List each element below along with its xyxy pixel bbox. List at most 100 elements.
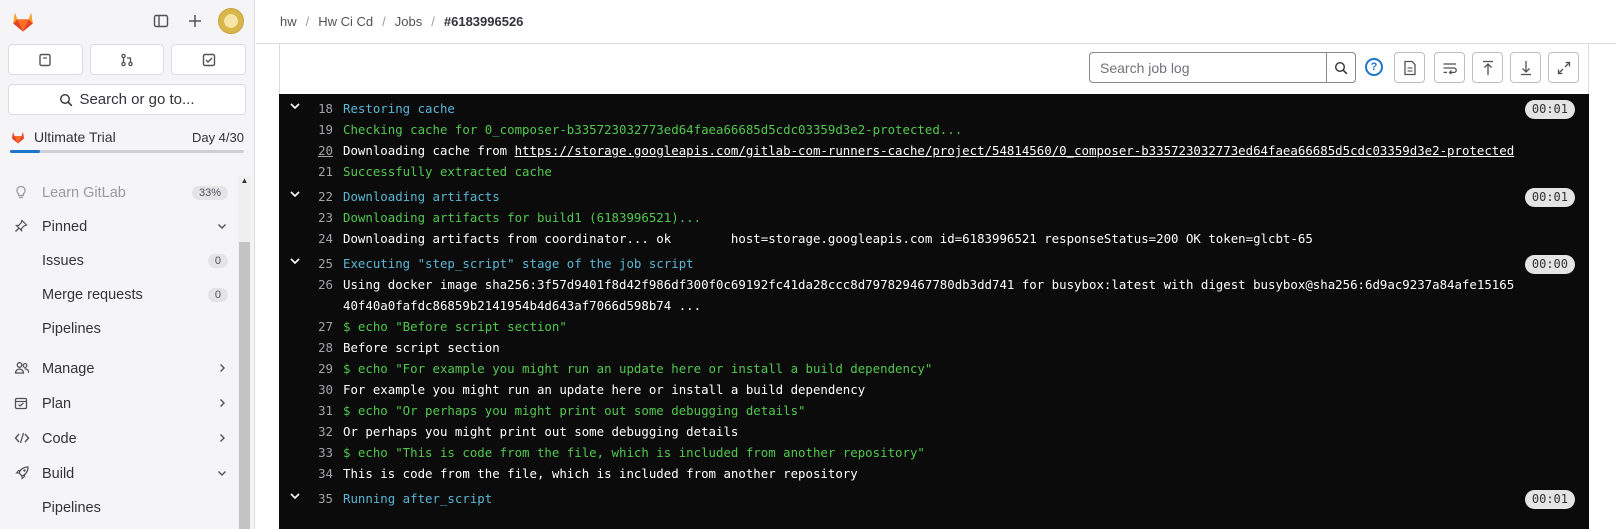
log-line-number[interactable]: 21 xyxy=(279,161,343,182)
breadcrumb: hw / Hw Ci Cd / Jobs / #6183996526 xyxy=(256,0,1616,44)
chevron-down-icon[interactable] xyxy=(289,186,301,207)
sidebar-item-pipelines[interactable]: Pipelines xyxy=(0,312,238,346)
trial-widget[interactable]: Ultimate Trial Day 4/30 xyxy=(0,115,254,153)
sidebar-item-label: Pipelines xyxy=(42,321,101,337)
help-icon[interactable]: ? xyxy=(1365,58,1383,76)
chevron-down-icon[interactable] xyxy=(289,488,301,509)
thumbtack-icon xyxy=(14,218,34,236)
scroll-up-arrow-icon[interactable]: ▲ xyxy=(238,176,251,188)
breadcrumb-current[interactable]: #6183996526 xyxy=(444,14,524,29)
fullscreen-button[interactable] xyxy=(1548,52,1579,83)
log-line-number[interactable]: 28 xyxy=(279,337,343,358)
log-line: 23 Downloading artifacts for build1 (6183… xyxy=(279,207,1589,228)
log-text: $ echo "Or perhaps you might print out s… xyxy=(343,403,806,418)
todos-tab-button[interactable] xyxy=(171,44,247,75)
show-raw-button[interactable] xyxy=(1394,52,1425,83)
log-section-header[interactable]: 25 Executing "step_script" stage of the j… xyxy=(279,253,1589,274)
log-section-header[interactable]: 35 Running after_script 00:01 xyxy=(279,488,1589,509)
trial-day: Day 4/30 xyxy=(191,129,244,145)
sidebar-top xyxy=(0,0,254,42)
sidebar-item-label: Pinned xyxy=(42,219,88,235)
log-line-text: Downloading artifacts xyxy=(343,186,500,207)
search-icon xyxy=(1334,61,1348,74)
sidebar-item-pinned[interactable]: Pinned xyxy=(0,210,238,244)
plus-icon[interactable] xyxy=(178,6,212,36)
breadcrumb-item[interactable]: hw xyxy=(280,14,297,29)
log-line: 26 Using docker image sha256:3f57d9401f8d… xyxy=(279,274,1589,316)
log-line-text: Restoring cache xyxy=(343,98,455,119)
log-line-number[interactable]: 23 xyxy=(279,207,343,228)
log-line: 31 $ echo "Or perhaps you might print out… xyxy=(279,400,1589,421)
log-line-text: $ echo "For example you might run an upd… xyxy=(343,358,932,379)
maximize-icon xyxy=(1557,61,1570,74)
log-text: Checking cache for 0_composer-b335723032… xyxy=(343,122,963,137)
log-section-header[interactable]: 18 Restoring cache 00:01 xyxy=(279,98,1589,119)
job-log[interactable]: 18 Restoring cache 00:01 19 Checking cache f… xyxy=(279,94,1589,529)
wrap-lines-button[interactable] xyxy=(1434,52,1465,83)
scrollbar-thumb[interactable] xyxy=(239,242,250,529)
log-line-number[interactable]: 30 xyxy=(279,379,343,400)
scroll-to-top-button[interactable] xyxy=(1472,52,1503,83)
log-line-text: Using docker image sha256:3f57d9401f8d42… xyxy=(343,274,1519,316)
job-log-search-input[interactable] xyxy=(1089,52,1327,83)
sidebar-scrollbar[interactable]: ▲ xyxy=(238,176,251,529)
sidebar-item-learn-gitlab[interactable]: Learn GitLab 33% xyxy=(0,176,238,210)
log-line-number[interactable]: 20 xyxy=(279,140,343,161)
breadcrumb-item[interactable]: Jobs xyxy=(395,14,422,29)
log-line-number[interactable]: 19 xyxy=(279,119,343,140)
cache-url-link[interactable]: https://storage.googleapis.com/gitlab-co… xyxy=(515,143,1515,158)
log-section-header[interactable]: 22 Downloading artifacts 00:01 xyxy=(279,186,1589,207)
todo-check-icon xyxy=(202,53,215,66)
chevron-down-icon[interactable] xyxy=(289,98,301,119)
sidebar-item-label: Issues xyxy=(42,253,84,269)
sidebar-item-label: Code xyxy=(42,431,77,447)
calendar-icon xyxy=(14,396,34,413)
sidebar-item-code[interactable]: Code xyxy=(0,422,238,456)
chevron-down-icon[interactable] xyxy=(289,253,301,274)
avatar[interactable] xyxy=(218,8,244,34)
search-or-go-to-button[interactable]: Search or go to... xyxy=(8,84,246,115)
log-line-text: $ echo "This is code from the file, whic… xyxy=(343,442,925,463)
gitlab-logo-icon[interactable] xyxy=(10,8,36,34)
log-line-text: $ echo "Before script section" xyxy=(343,316,567,337)
breadcrumb-separator: / xyxy=(305,14,310,29)
breadcrumb-separator: / xyxy=(431,14,435,29)
sidebar-item-build[interactable]: Build xyxy=(0,457,238,491)
log-line-number[interactable]: 33 xyxy=(279,442,343,463)
sidebar-item-manage[interactable]: Manage xyxy=(0,352,238,386)
log-text: Downloading artifacts xyxy=(343,189,500,204)
log-line-text: Checking cache for 0_composer-b335723032… xyxy=(343,119,962,140)
scroll-to-bottom-button[interactable] xyxy=(1510,52,1541,83)
sidebar: Search or go to... Ultimate Trial Day 4/… xyxy=(0,0,255,529)
merge-requests-tab-button[interactable] xyxy=(89,44,165,75)
log-line-text: This is code from the file, which is inc… xyxy=(343,463,858,484)
log-line-number[interactable]: 34 xyxy=(279,463,343,484)
sidebar-item-build-pipelines[interactable]: Pipelines xyxy=(0,491,238,525)
log-line: 28 Before script section xyxy=(279,337,1589,358)
code-icon xyxy=(14,431,34,448)
log-text: Restoring cache xyxy=(343,101,455,116)
log-line-number[interactable]: 31 xyxy=(279,400,343,421)
log-line: 20 Downloading cache from https://storage… xyxy=(279,140,1589,161)
sidebar-item-label: Merge requests xyxy=(42,287,143,303)
log-line-text: Downloading artifacts for build1 (618399… xyxy=(343,207,701,228)
log-line-number[interactable]: 29 xyxy=(279,358,343,379)
log-text: Downloading artifacts for build1 (618399… xyxy=(343,210,702,225)
log-line: 29 $ echo "For example you might run an u… xyxy=(279,358,1589,379)
breadcrumb-item[interactable]: Hw Ci Cd xyxy=(318,14,373,29)
log-line-number[interactable]: 24 xyxy=(279,228,343,249)
log-line-number[interactable]: 32 xyxy=(279,421,343,442)
issues-tab-button[interactable] xyxy=(8,44,83,75)
trial-progress-fill xyxy=(10,150,41,153)
log-line-text: Or perhaps you might print out some debu… xyxy=(343,421,738,442)
sidebar-item-plan[interactable]: Plan xyxy=(0,387,238,421)
search-button[interactable] xyxy=(1326,52,1356,83)
log-line: 24 Downloading artifacts from coordinator… xyxy=(279,228,1589,249)
log-line-number[interactable]: 27 xyxy=(279,316,343,337)
sidebar-item-issues[interactable]: Issues 0 xyxy=(0,244,238,278)
sidebar-item-merge-requests[interactable]: Merge requests 0 xyxy=(0,278,238,312)
log-line-number[interactable]: 26 xyxy=(279,274,343,316)
sidebar-toggle-icon[interactable] xyxy=(144,6,178,36)
log-line-text: Executing "step_script" stage of the job… xyxy=(343,253,694,274)
section-duration-badge: 00:01 xyxy=(1524,188,1575,207)
